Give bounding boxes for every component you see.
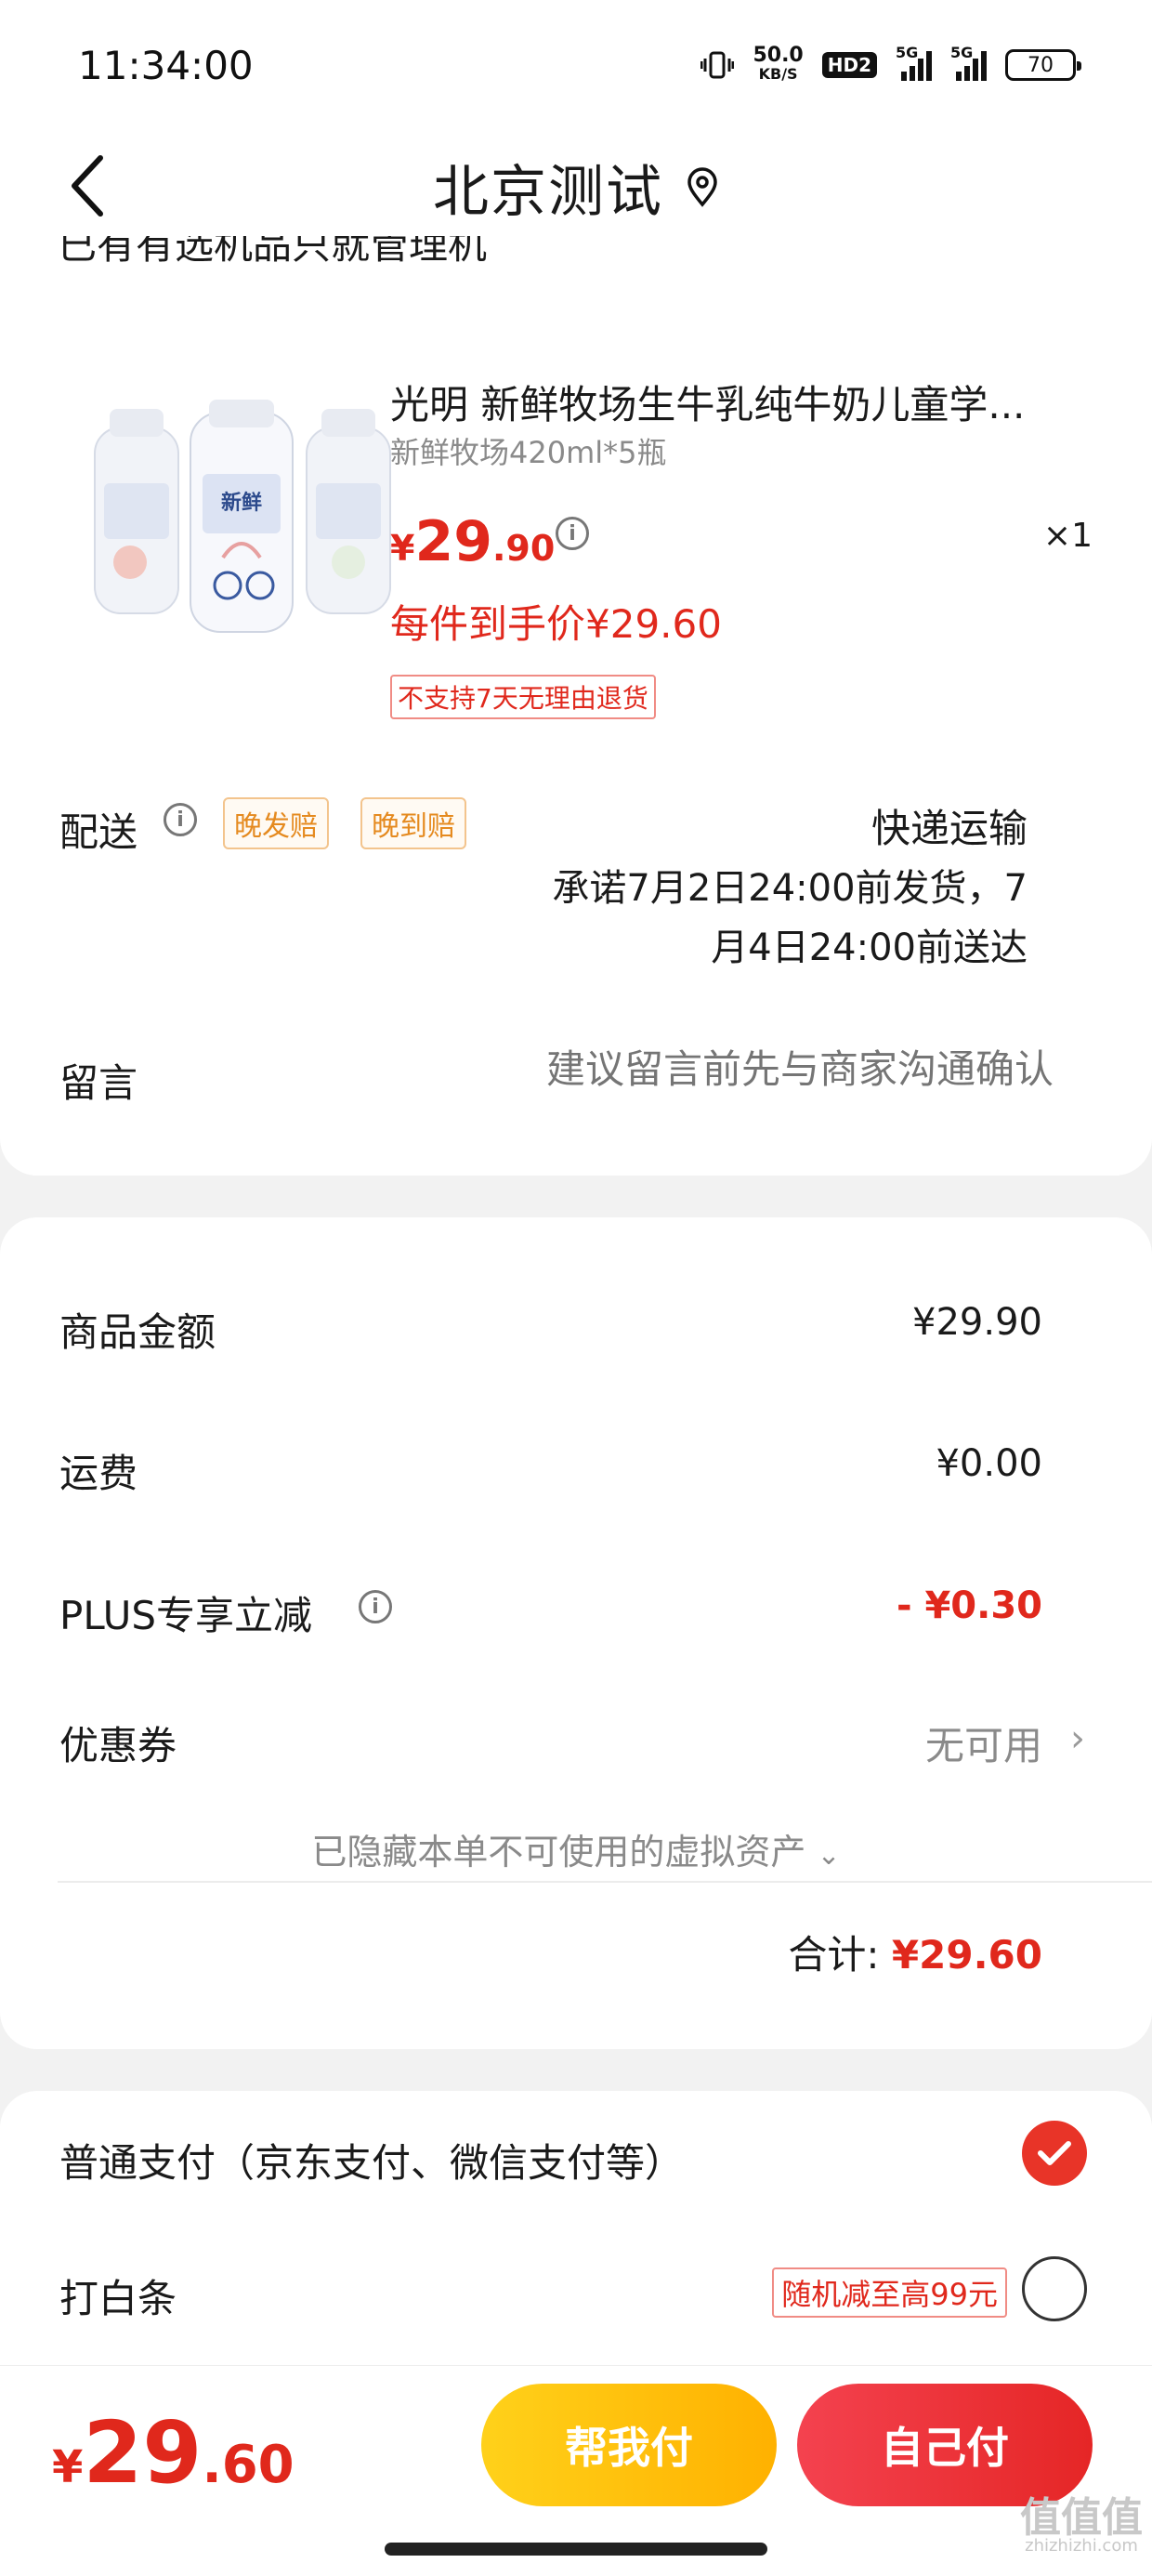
home-indicator[interactable] [385, 2543, 767, 2556]
info-icon[interactable]: i [556, 517, 589, 550]
delivery-promise-line1: 承诺7月2日24:00前发货，7 [552, 867, 1028, 910]
help-pay-button[interactable]: 帮我付 [481, 2384, 777, 2506]
product-quantity: ×1 [1042, 517, 1093, 555]
product-price: ¥ 29 .90 [390, 509, 555, 574]
goods-amount-label: 商品金额 [59, 1309, 216, 1355]
baitiao-promo-tag: 随机减至高99元 [772, 2267, 1007, 2318]
signal-label: 5G [896, 44, 919, 61]
plus-discount-label: PLUS专享立减 [59, 1593, 313, 1638]
signal-label: 5G [950, 44, 974, 61]
price-symbol: ¥ [390, 528, 415, 569]
hidden-assets-toggle[interactable]: 已隐藏本单不可使用的虚拟资产 ⌄ [0, 1823, 1152, 1874]
info-icon[interactable]: i [164, 803, 197, 836]
battery-level: 70 [1028, 53, 1054, 77]
baitiao-payment-label[interactable]: 打白条 [59, 2267, 177, 2324]
watermark-sub: zhizhizhi.com [1025, 2536, 1138, 2556]
hidden-assets-text: 已隐藏本单不可使用的虚拟资产 [311, 1832, 806, 1873]
goods-amount-value: ¥29.90 [912, 1301, 1042, 1344]
delivery-type[interactable]: 快递运输 [871, 797, 1028, 854]
bottom-price-integer: 29 [83, 2403, 203, 2503]
order-total: 合计: ¥29.60 [788, 1924, 1042, 1980]
radio-unchecked-icon[interactable] [1022, 2256, 1087, 2321]
hd-badge: HD2 [821, 52, 877, 78]
shipping-value: ¥0.00 [936, 1442, 1042, 1485]
svg-text:新鲜: 新鲜 [221, 491, 262, 515]
normal-payment-label[interactable]: 普通支付（京东支付、微信支付等） [59, 2132, 684, 2188]
bottom-total-price: ¥ 29 .60 [52, 2403, 295, 2503]
page-title: 北京测试 [433, 160, 663, 225]
store-name-partial: 已有有选机品只就管理机 [58, 236, 488, 268]
coupon-label: 优惠券 [59, 1723, 177, 1768]
status-icons: 50.0 KB/S HD2 5G 5G 70 [700, 44, 1081, 84]
divider [58, 1881, 1152, 1883]
delivery-promise: 承诺7月2日24:00前发货，7 月4日24:00前送达 [470, 859, 1028, 978]
plus-discount-value: - ¥0.30 [896, 1584, 1042, 1627]
shipping-label: 运费 [59, 1451, 138, 1496]
total-label: 合计: [788, 1932, 880, 1978]
net-speed: 50.0 KB/S [753, 46, 803, 84]
checkmark-icon [1038, 2141, 1071, 2165]
status-time: 11:34:00 [78, 43, 254, 88]
message-label: 留言 [59, 1060, 138, 1106]
price-integer: 29 [414, 509, 492, 574]
message-input[interactable] [459, 1046, 1054, 1092]
radio-checked-icon[interactable] [1022, 2121, 1087, 2186]
bottom-price-symbol: ¥ [52, 2441, 84, 2493]
milk-bottles-image[interactable]: 新鲜 [84, 400, 399, 641]
per-item-price: 每件到手价¥29.60 [390, 601, 722, 647]
coupon-value[interactable]: 无可用 [925, 1715, 1042, 1771]
watermark-main: 值值值 [1020, 2494, 1143, 2542]
product-spec: 新鲜牧场420ml*5瓶 [390, 435, 667, 470]
signal-5g-2-icon: 5G [950, 44, 987, 81]
net-speed-value: 50.0 [753, 44, 804, 67]
delivery-label: 配送 [59, 809, 138, 855]
chevron-down-icon: ⌄ [817, 1839, 841, 1872]
late-ship-tag[interactable]: 晚发赔 [223, 797, 329, 849]
page-title-wrap: 北京测试 [0, 147, 1152, 228]
late-arrive-tag[interactable]: 晚到赔 [360, 797, 466, 849]
total-value: ¥29.60 [891, 1932, 1042, 1978]
bottom-price-decimal: .60 [202, 2435, 295, 2495]
delivery-promise-line2: 月4日24:00前送达 [711, 927, 1028, 969]
no-return-badge: 不支持7天无理由退货 [390, 675, 656, 719]
battery-icon: 70 [1005, 49, 1081, 81]
price-decimal: .90 [491, 528, 556, 569]
signal-5g-1-icon: 5G [896, 44, 932, 81]
chevron-right-icon[interactable]: › [1070, 1717, 1085, 1760]
info-icon[interactable]: i [359, 1590, 392, 1623]
self-pay-button[interactable]: 自己付 [797, 2384, 1093, 2506]
product-name[interactable]: 光明 新鲜牧场生牛乳纯牛奶儿童学... [390, 374, 1096, 430]
location-pin-icon[interactable] [686, 166, 719, 208]
vibrate-icon [700, 51, 735, 79]
watermark: 值值值 zhizhizhi.com [1020, 2498, 1143, 2556]
net-speed-unit: KB/S [758, 65, 798, 83]
